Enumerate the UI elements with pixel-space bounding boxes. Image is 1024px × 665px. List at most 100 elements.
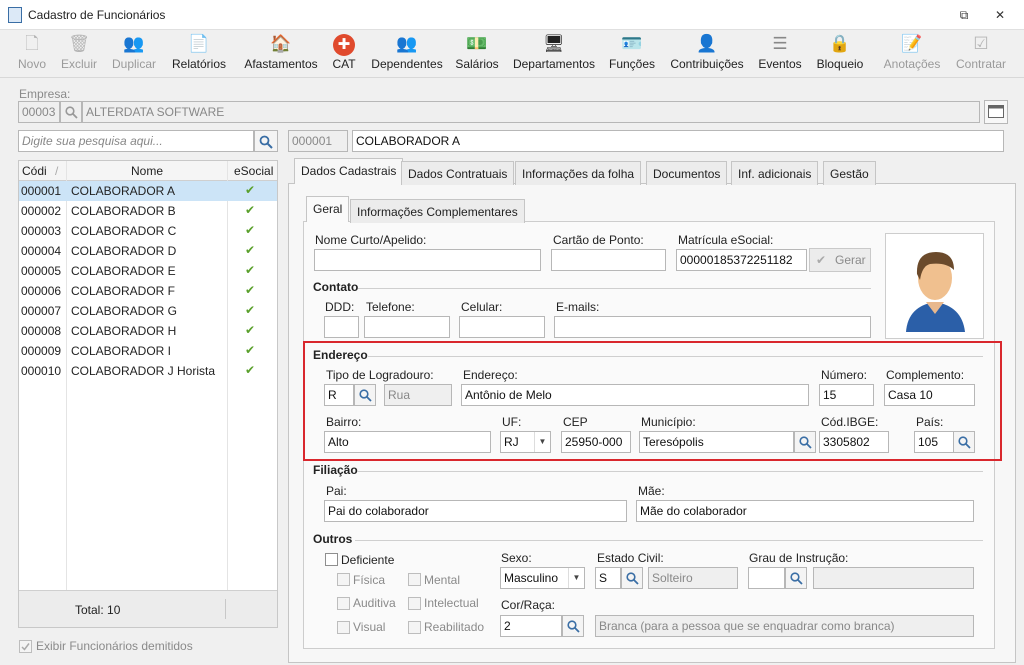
cep-input[interactable]: 25950-000	[561, 431, 631, 453]
tab-geral[interactable]: Geral	[306, 196, 350, 222]
table-row[interactable]: 000006 COLABORADOR F ✔	[19, 281, 277, 301]
bairro-input[interactable]: Alto	[324, 431, 491, 453]
tipo-logradouro-search-button[interactable]	[354, 384, 376, 406]
duplicar-button[interactable]: 👥 Duplicar	[108, 34, 160, 76]
grau-instrucao-input[interactable]	[748, 567, 785, 589]
table-row[interactable]: 000001 COLABORADOR A ✔	[19, 181, 277, 201]
auditiva-checkbox[interactable]	[337, 597, 350, 610]
cartao-ponto-label: Cartão de Ponto:	[553, 233, 644, 247]
cor-raca-search-button[interactable]	[562, 615, 584, 637]
search-button[interactable]	[254, 130, 278, 152]
endereco-input[interactable]: Antônio de Melo	[461, 384, 809, 406]
current-name-field[interactable]: COLABORADOR A	[352, 130, 1004, 152]
table-row[interactable]: 000010 COLABORADOR J Horista ✔	[19, 361, 277, 381]
municipio-search-button[interactable]	[794, 431, 816, 453]
column-esocial[interactable]: eSocial	[234, 164, 273, 178]
emails-label: E-mails:	[556, 300, 600, 314]
app-icon	[8, 7, 22, 23]
excluir-button[interactable]: 🗑 Excluir	[58, 34, 100, 76]
table-row[interactable]: 000009 COLABORADOR I ✔	[19, 341, 277, 361]
reabilitado-checkbox[interactable]	[408, 621, 421, 634]
restore-button[interactable]: ⧉	[954, 6, 974, 24]
table-row[interactable]: 000002 COLABORADOR B ✔	[19, 201, 277, 221]
tab-dados-contratuais[interactable]: Dados Contratuais	[401, 161, 515, 185]
pai-input[interactable]: Pai do colaborador	[324, 500, 627, 522]
close-button[interactable]: ✕	[990, 6, 1010, 24]
novo-button[interactable]: 🗋 Novo	[14, 34, 50, 76]
check-icon: ✔	[245, 343, 256, 357]
uf-select[interactable]: RJ ▼	[500, 431, 551, 453]
pais-input[interactable]: 105	[914, 431, 954, 453]
tab-inf-adicionais[interactable]: Inf. adicionais	[731, 161, 819, 185]
afastamentos-button[interactable]: 🏠 Afastamentos	[240, 34, 322, 76]
badge-icon: 🪪	[621, 34, 643, 53]
exibir-demitidos-checkbox[interactable]	[19, 640, 32, 653]
tab-dados-cadastrais[interactable]: Dados Cadastrais	[294, 158, 404, 184]
empresa-panel-button[interactable]	[984, 100, 1008, 124]
telefone-input[interactable]	[364, 316, 450, 338]
emails-input[interactable]	[554, 316, 871, 338]
tipo-logradouro-input[interactable]: R	[324, 384, 354, 406]
numero-label: Número:	[821, 368, 868, 382]
relatorios-button[interactable]: 📄 Relatórios	[168, 34, 230, 76]
cat-button[interactable]: ✚ CAT	[328, 34, 360, 76]
check-icon: ✔	[245, 303, 256, 317]
nome-curto-input[interactable]	[314, 249, 541, 271]
funcoes-button[interactable]: 🪪 Funções	[606, 34, 658, 76]
estado-civil-input[interactable]: S	[595, 567, 621, 589]
grid-footer: Total: 10	[19, 590, 277, 627]
table-row[interactable]: 000008 COLABORADOR H ✔	[19, 321, 277, 341]
search-input[interactable]: Digite sua pesquisa aqui...	[18, 130, 254, 152]
fisica-checkbox[interactable]	[337, 573, 350, 586]
mae-input[interactable]: Mãe do colaborador	[636, 500, 974, 522]
estado-civil-search-button[interactable]	[621, 567, 643, 589]
pais-search-button[interactable]	[953, 431, 975, 453]
column-nome[interactable]: Nome	[131, 164, 163, 178]
complemento-input[interactable]: Casa 10	[884, 384, 975, 406]
table-row[interactable]: 000003 COLABORADOR C ✔	[19, 221, 277, 241]
outros-heading: Outros	[313, 532, 353, 546]
numero-input[interactable]: 15	[819, 384, 874, 406]
tab-gestao[interactable]: Gestão	[823, 161, 876, 185]
deficiente-checkbox[interactable]	[325, 553, 338, 566]
ibge-input[interactable]: 3305802	[819, 431, 889, 453]
table-row[interactable]: 000005 COLABORADOR E ✔	[19, 261, 277, 281]
pai-label: Pai:	[326, 484, 347, 498]
cartao-ponto-input[interactable]	[551, 249, 666, 271]
mental-checkbox[interactable]	[408, 573, 421, 586]
ddd-input[interactable]	[324, 316, 359, 338]
search-icon	[567, 620, 580, 633]
contratar-button[interactable]: ☑ Contratar	[952, 34, 1010, 76]
exibir-demitidos-label: Exibir Funcionários demitidos	[36, 639, 193, 653]
table-row[interactable]: 000004 COLABORADOR D ✔	[19, 241, 277, 261]
matricula-label: Matrícula eSocial:	[678, 233, 774, 247]
municipio-input[interactable]: Teresópolis	[639, 431, 794, 453]
cor-raca-label: Cor/Raça:	[501, 598, 556, 612]
search-icon	[259, 135, 273, 149]
contribuicoes-button[interactable]: 👤 Contribuições	[666, 34, 748, 76]
salarios-button[interactable]: 💵 Salários	[454, 34, 500, 76]
cor-raca-input[interactable]: 2	[500, 615, 562, 637]
auditiva-label: Auditiva	[353, 596, 396, 610]
bloqueio-button[interactable]: 🔒 Bloqueio	[812, 34, 868, 76]
gerar-button[interactable]: ✔ Gerar	[809, 248, 871, 272]
nome-curto-label: Nome Curto/Apelido:	[315, 233, 427, 247]
visual-checkbox[interactable]	[337, 621, 350, 634]
matricula-input[interactable]: 00000185372251182	[676, 249, 807, 271]
celular-input[interactable]	[459, 316, 545, 338]
departamentos-button[interactable]: 🖥 Departamentos	[510, 34, 598, 76]
employee-photo[interactable]	[885, 233, 984, 339]
column-codigo[interactable]: Códi	[22, 164, 47, 178]
sexo-select[interactable]: Masculino ▼	[500, 567, 585, 589]
intelectual-checkbox[interactable]	[408, 597, 421, 610]
eventos-button[interactable]: ☰ Eventos	[756, 34, 804, 76]
window-icon	[988, 105, 1004, 118]
dependentes-button[interactable]: 👥 Dependentes	[368, 34, 446, 76]
table-row[interactable]: 000007 COLABORADOR G ✔	[19, 301, 277, 321]
tab-documentos[interactable]: Documentos	[646, 161, 728, 185]
anotacoes-button[interactable]: 📝 Anotações	[880, 34, 944, 76]
grau-instrucao-search-button[interactable]	[785, 567, 807, 589]
tab-informacoes-complementares[interactable]: Informações Complementares	[350, 199, 525, 223]
check-icon: ✔	[245, 263, 256, 277]
tab-informacoes-folha[interactable]: Informações da folha	[515, 161, 642, 185]
